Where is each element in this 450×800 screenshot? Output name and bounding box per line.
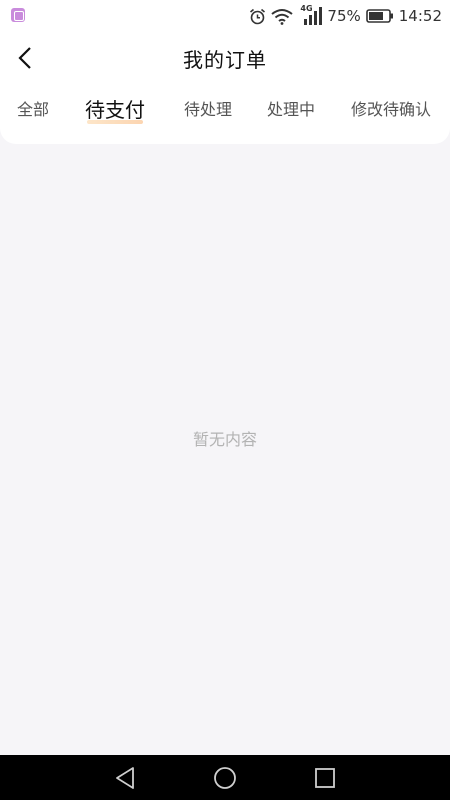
tab-pending-processing[interactable]: 待处理 <box>184 92 232 132</box>
navigation-bar <box>0 755 450 800</box>
tab-label: 全部 <box>17 100 50 119</box>
tab-label: 待支付 <box>85 98 145 122</box>
order-tabs: 全部 待支付 待处理 处理中 修改待确认 <box>0 92 450 132</box>
wifi-icon <box>271 8 294 25</box>
empty-state-text: 暂无内容 <box>192 430 257 449</box>
tab-all[interactable]: 全部 <box>17 92 49 132</box>
tab-label: 处理中 <box>267 100 316 119</box>
tab-pending-payment[interactable]: 待支付 <box>85 92 145 132</box>
tab-label: 修改待确认 <box>351 100 432 119</box>
back-triangle-icon[interactable] <box>113 766 137 790</box>
tab-modification-pending[interactable]: 修改待确认 <box>351 92 431 132</box>
home-circle-icon[interactable] <box>213 766 237 790</box>
page-title: 我的订单 <box>183 48 267 72</box>
clock: 14:52 <box>398 7 442 25</box>
screen: 4G 75% 14:52 我的订单 全部 待支付 待处理 处理中 修改待确认 暂… <box>0 0 450 800</box>
battery-percent: 75% <box>327 7 361 25</box>
signal-bars-icon <box>304 7 323 25</box>
cellular-signal: 4G <box>298 4 323 25</box>
tab-processing[interactable]: 处理中 <box>267 92 315 132</box>
recents-square-icon[interactable] <box>313 766 337 790</box>
status-right: 4G 75% 14:52 <box>249 0 442 32</box>
header: 我的订单 全部 待支付 待处理 处理中 修改待确认 <box>0 32 450 144</box>
alarm-icon <box>250 8 266 24</box>
tab-label: 待处理 <box>184 100 233 119</box>
status-bar: 4G 75% 14:52 <box>0 0 450 32</box>
active-tab-indicator <box>87 120 143 124</box>
app-notification-icon <box>11 8 25 22</box>
battery-icon <box>365 9 393 23</box>
